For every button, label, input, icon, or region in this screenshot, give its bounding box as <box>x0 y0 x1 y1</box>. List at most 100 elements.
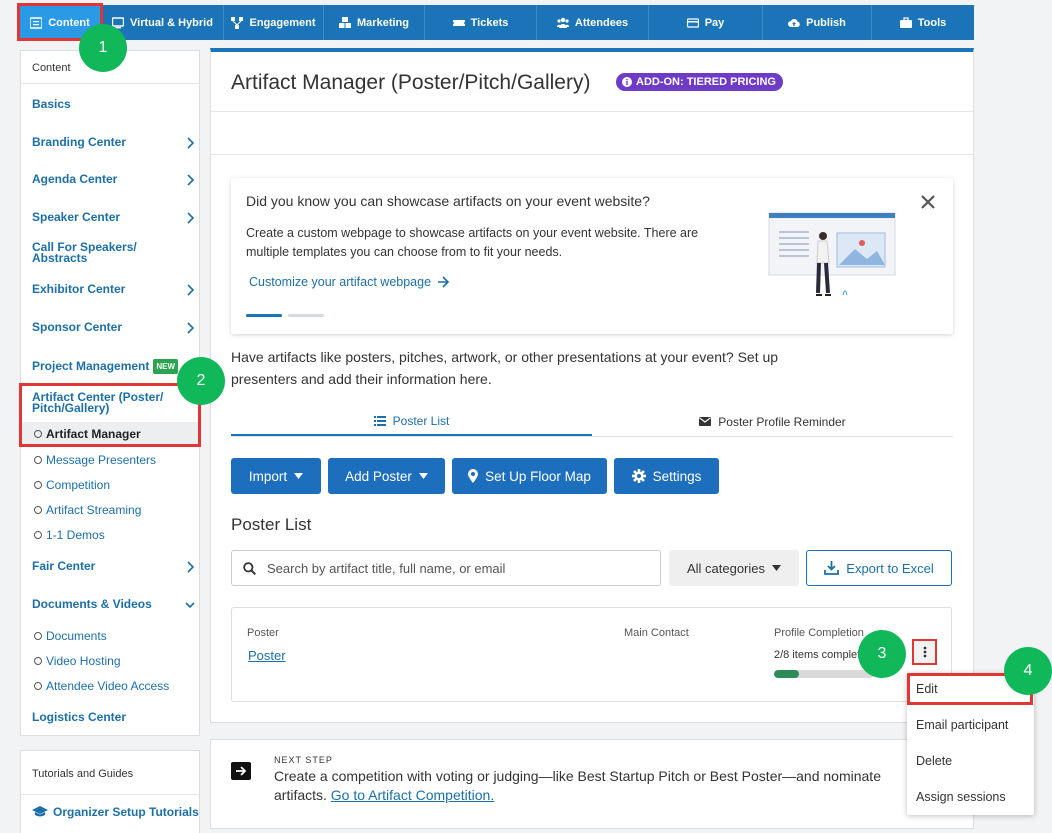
sidebar-item-branding[interactable]: Branding Center <box>32 136 195 149</box>
chevron-right-icon <box>187 212 195 224</box>
gear-icon <box>631 469 646 483</box>
nav-pay[interactable]: Pay <box>649 5 763 40</box>
circle-icon <box>34 481 42 489</box>
pager-dot-active[interactable] <box>246 314 282 317</box>
sidebar-item-basics[interactable]: Basics <box>32 98 195 110</box>
sidebar-sub-demos[interactable]: 1-1 Demos <box>34 528 105 542</box>
nav-tools[interactable]: Tools <box>872 5 974 40</box>
menu-item-delete[interactable]: Delete <box>916 754 952 768</box>
tutorials-header: Tutorials and Guides <box>21 751 199 795</box>
menu-item-assign-sessions[interactable]: Assign sessions <box>916 790 1006 804</box>
nav-marketing[interactable]: Marketing <box>324 5 425 40</box>
action-buttons: Import Add Poster Set Up Floor Map Setti… <box>231 458 719 494</box>
new-badge: NEW <box>153 359 179 374</box>
progress-fill <box>774 670 799 678</box>
menu-item-email-participant[interactable]: Email participant <box>916 718 1008 732</box>
chevron-right-icon <box>187 322 195 334</box>
network-icon <box>231 16 244 29</box>
export-excel-button[interactable]: Export to Excel <box>806 550 952 586</box>
nav-publish[interactable]: Publish <box>763 5 872 40</box>
tab-poster-profile-reminder[interactable]: Poster Profile Reminder <box>592 407 953 436</box>
artifact-competition-link[interactable]: Go to Artifact Competition. <box>331 787 494 803</box>
next-step-panel: NEXT STEP Create a competition with voti… <box>210 739 974 829</box>
column-header-poster: Poster <box>247 627 279 639</box>
sidebar-sub-competition[interactable]: Competition <box>34 478 110 492</box>
add-poster-button[interactable]: Add Poster <box>328 458 445 494</box>
promo-card: Did you know you can showcase artifacts … <box>231 178 953 334</box>
close-icon[interactable] <box>920 194 936 210</box>
promo-title: Did you know you can showcase artifacts … <box>246 193 650 209</box>
graduation-cap-icon <box>32 806 48 817</box>
tutorials-panel: Tutorials and Guides Organizer Setup Tut… <box>20 750 200 833</box>
import-button[interactable]: Import <box>231 458 321 494</box>
divider <box>211 111 973 112</box>
page-title: Artifact Manager (Poster/Pitch/Gallery) <box>231 71 591 94</box>
next-step-text: Create a competition with voting or judg… <box>274 768 881 803</box>
floor-map-button[interactable]: Set Up Floor Map <box>452 458 607 494</box>
poster-list-heading: Poster List <box>231 515 312 534</box>
chevron-right-icon <box>187 284 195 296</box>
download-icon <box>824 561 840 575</box>
sidebar-item-fair[interactable]: Fair Center <box>32 560 195 573</box>
main-panel: Artifact Manager (Poster/Pitch/Gallery) … <box>210 48 974 723</box>
users-icon <box>556 17 569 28</box>
sidebar-sub-attendee-video[interactable]: Attendee Video Access <box>34 679 169 693</box>
sidebar-sub-video-hosting[interactable]: Video Hosting <box>34 654 121 668</box>
sidebar-sub-documents[interactable]: Documents <box>34 629 107 643</box>
step-marker: 1 <box>79 24 127 72</box>
chevron-right-icon <box>187 137 195 149</box>
sidebar-item-documents-videos[interactable]: Documents & Videos <box>32 598 195 610</box>
briefcase-icon <box>899 16 912 28</box>
circle-icon <box>34 657 42 665</box>
circle-icon <box>34 531 42 539</box>
sidebar-sub-artifact-streaming[interactable]: Artifact Streaming <box>34 503 141 517</box>
next-step-label: NEXT STEP <box>274 755 333 765</box>
addon-badge: ADD-ON: TIERED PRICING <box>616 73 783 91</box>
info-icon <box>622 77 632 87</box>
sidebar-item-sponsor[interactable]: Sponsor Center <box>32 321 195 334</box>
nav-attendees[interactable]: Attendees <box>537 5 649 40</box>
chevron-right-icon <box>187 174 195 186</box>
illustration-image <box>768 212 896 296</box>
pager-dot[interactable] <box>288 314 324 317</box>
column-header-profile-completion: Profile Completion <box>774 627 864 639</box>
row-actions-button[interactable] <box>912 639 937 665</box>
nav-tickets[interactable]: Tickets <box>425 5 537 40</box>
list-icon <box>373 415 386 426</box>
caret-down-icon <box>772 565 782 571</box>
envelope-icon <box>699 417 712 426</box>
circle-icon <box>34 632 42 640</box>
step-marker: 2 <box>177 357 225 405</box>
customize-webpage-link[interactable]: Customize your artifact webpage <box>249 275 450 289</box>
sidebar-item-agenda[interactable]: Agenda Center <box>32 173 195 186</box>
map-pin-icon <box>468 469 479 483</box>
sidebar-item-call-for-speakers[interactable]: Call For Speakers/ Abstracts <box>32 241 152 264</box>
cloud-upload-icon <box>788 18 800 27</box>
nav-engagement[interactable]: Engagement <box>224 5 324 40</box>
search-icon <box>243 561 256 575</box>
settings-button[interactable]: Settings <box>614 458 719 494</box>
sidebar-item-logistics[interactable]: Logistics Center <box>32 711 195 723</box>
poster-row-card: Poster Main Contact Profile Completion P… <box>231 607 952 702</box>
caret-down-icon <box>418 473 428 479</box>
poster-link[interactable]: Poster <box>248 648 286 663</box>
promo-body: Create a custom webpage to showcase arti… <box>246 226 699 259</box>
tab-poster-list[interactable]: Poster List <box>231 407 592 436</box>
sidebar-item-speaker[interactable]: Speaker Center <box>32 211 195 224</box>
sidebar-item-exhibitor[interactable]: Exhibitor Center <box>32 283 195 296</box>
top-nav: Content Virtual & Hybrid Engagement Mark… <box>19 5 974 40</box>
sidebar-item-project-management[interactable]: Project Management NEW <box>32 359 195 374</box>
arrow-right-box-icon <box>231 762 251 780</box>
sidebar-sub-message-presenters[interactable]: Message Presenters <box>34 453 156 467</box>
circle-icon <box>34 456 42 464</box>
chevron-down-icon <box>185 602 195 609</box>
step-marker: 3 <box>858 630 906 678</box>
organizer-tutorials-link[interactable]: Organizer Setup Tutorials <box>32 805 199 819</box>
search-input[interactable]: Search by artifact title, full name, or … <box>231 550 661 586</box>
category-select[interactable]: All categories <box>669 550 799 586</box>
circle-icon <box>34 506 42 514</box>
completion-progress-bar <box>774 670 874 678</box>
menu-item-edit[interactable]: Edit <box>916 682 938 696</box>
row-actions-menu: Edit Email participant Delete Assign ses… <box>907 673 1034 815</box>
chevron-right-icon <box>187 561 195 573</box>
